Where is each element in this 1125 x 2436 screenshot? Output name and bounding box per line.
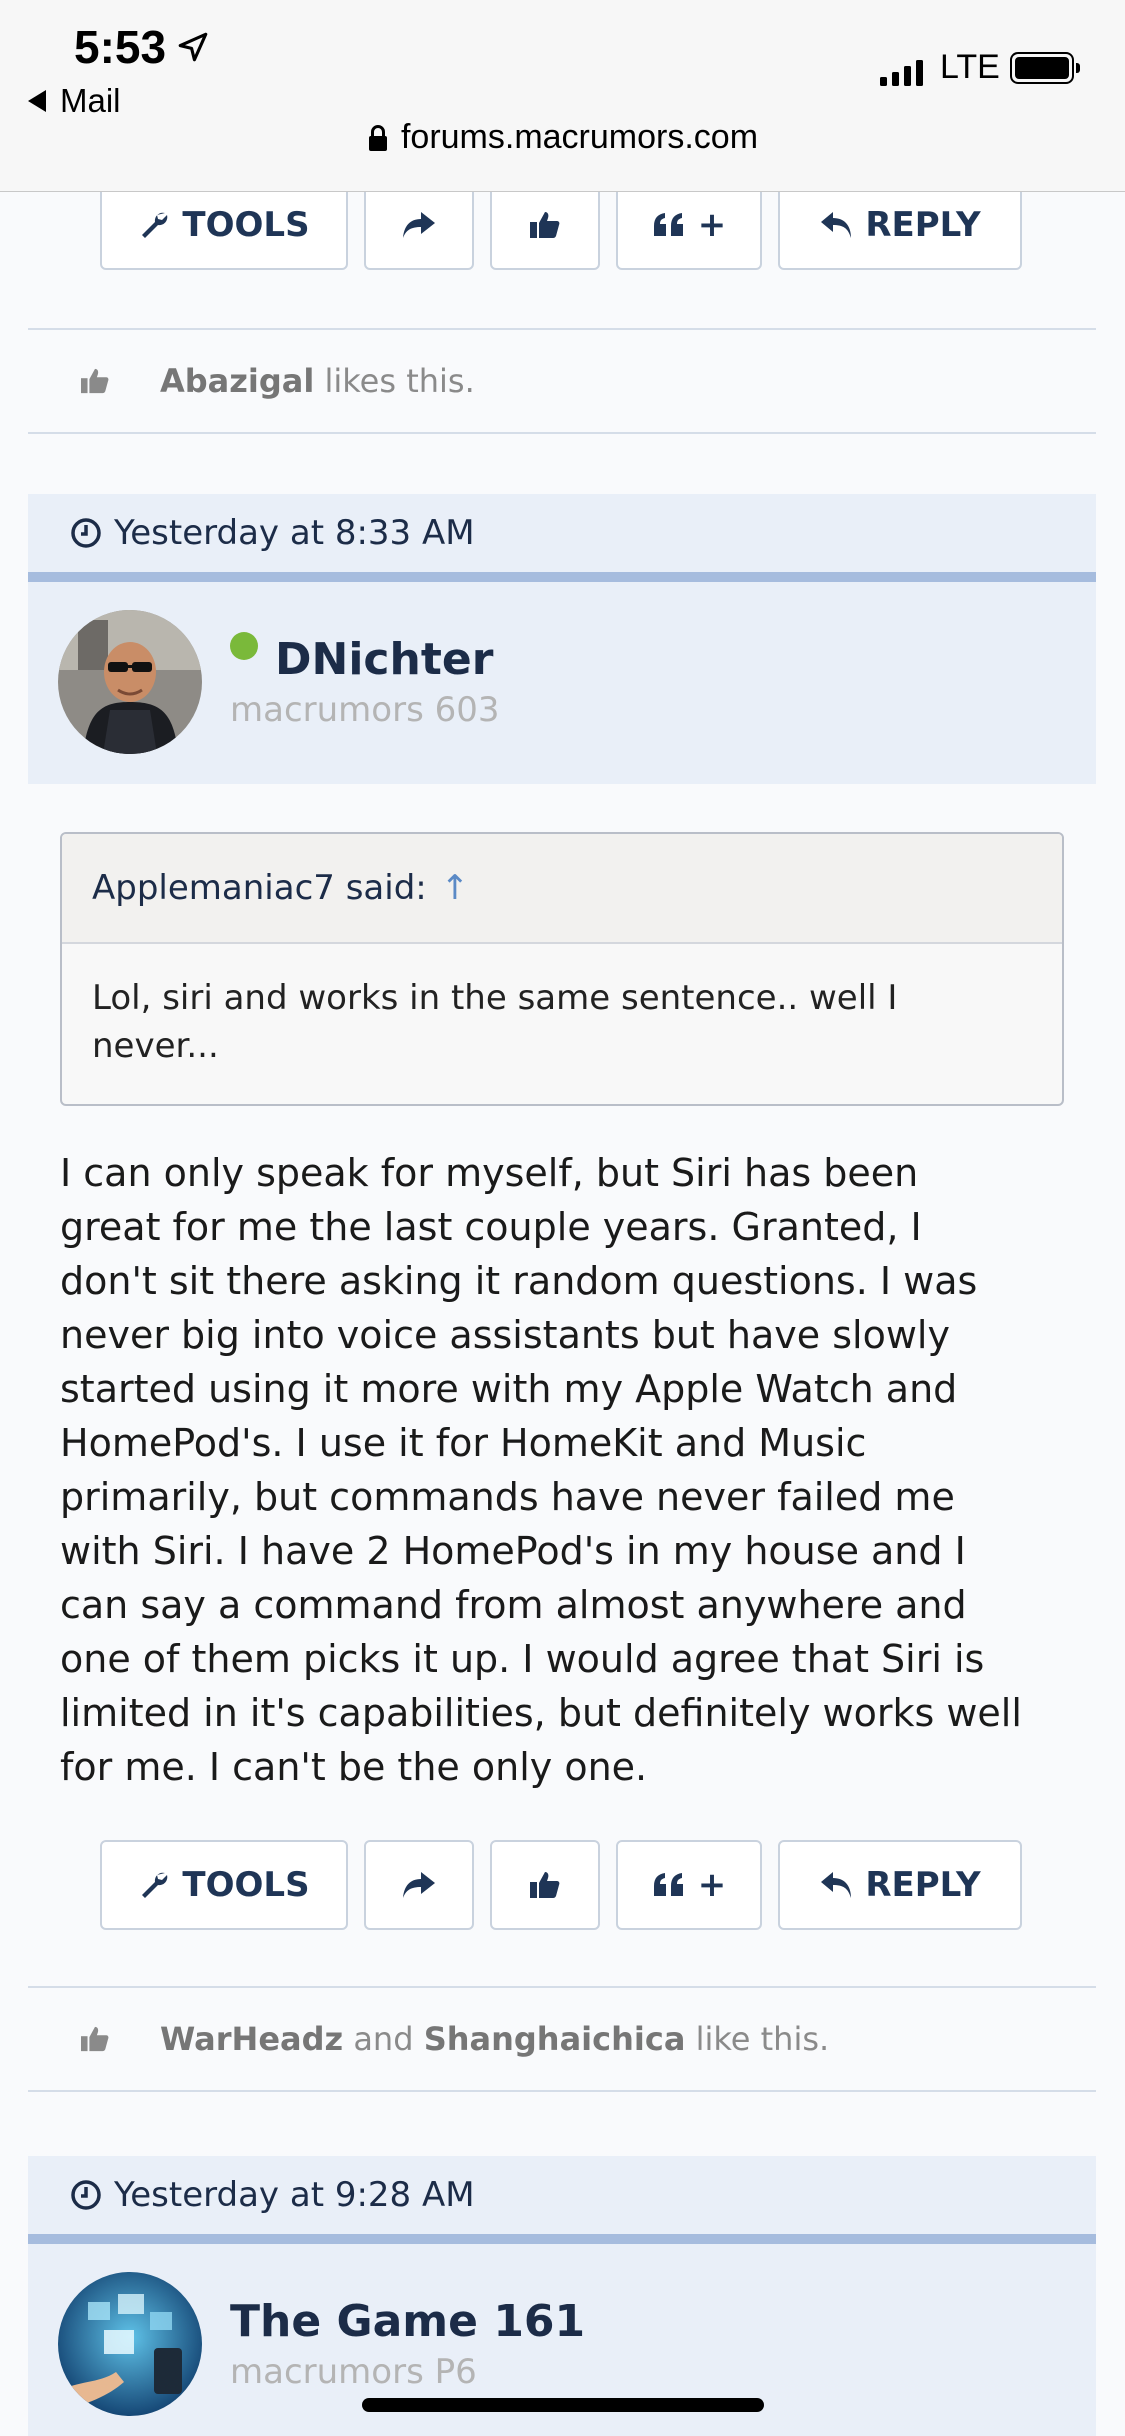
time-text: 5:53 xyxy=(74,21,167,73)
share-button[interactable] xyxy=(364,180,474,270)
tools-button[interactable]: TOOLS xyxy=(100,1840,348,1930)
back-triangle-icon xyxy=(28,90,46,112)
reply-label: REPLY xyxy=(865,205,981,245)
quote-author: Applemaniac7 said: xyxy=(92,868,427,908)
post-line: HomePod's. I use it for HomeKit and Musi… xyxy=(60,1421,867,1465)
post1-action-bar: TOOLS + REPLY xyxy=(100,180,1022,270)
browser-header: 5:53 Mail LTE forums.macrumors.com xyxy=(0,0,1125,192)
post3-date-bar: Yesterday at 9:28 AM xyxy=(28,2156,1096,2244)
avatar[interactable] xyxy=(58,2272,202,2416)
battery-icon xyxy=(1010,52,1080,84)
quote-header: Applemaniac7 said: ↑ xyxy=(62,834,1062,944)
post-line: never big into voice assistants but have… xyxy=(60,1313,950,1357)
quoted-message: Applemaniac7 said: ↑ Lol, siri and works… xyxy=(60,832,1064,1106)
lock-icon xyxy=(368,124,387,151)
thumbs-up-icon xyxy=(530,1872,560,1898)
cellular-signal-icon xyxy=(880,58,923,86)
post-line: can say a command from almost anywhere a… xyxy=(60,1583,967,1627)
post-line: for me. I can't be the only one. xyxy=(60,1745,648,1789)
like-button[interactable] xyxy=(490,1840,600,1930)
status-time: 5:53 xyxy=(74,20,210,74)
address-bar[interactable]: forums.macrumors.com xyxy=(0,118,1125,157)
tools-label: TOOLS xyxy=(182,1865,310,1905)
thumbs-up-icon xyxy=(81,2026,109,2052)
quote-plus-label: + xyxy=(697,1865,727,1905)
clock-icon xyxy=(71,518,101,548)
avatar[interactable] xyxy=(58,610,202,754)
reply-arrow-icon xyxy=(821,1872,852,1898)
post-date[interactable]: Yesterday at 9:28 AM xyxy=(114,2175,475,2215)
quote-jump-arrow-icon[interactable]: ↑ xyxy=(441,868,470,908)
tools-label: TOOLS xyxy=(182,205,310,245)
post-date[interactable]: Yesterday at 8:33 AM xyxy=(114,513,475,553)
back-to-mail-link[interactable]: Mail xyxy=(28,82,121,120)
clock-icon xyxy=(71,2180,101,2210)
user-rank: macrumors P6 xyxy=(230,2352,477,2392)
likes-suffix: likes this. xyxy=(324,362,475,400)
post-line: I can only speak for myself, but Siri ha… xyxy=(60,1151,919,1195)
liker-username[interactable]: WarHeadz xyxy=(160,2020,343,2058)
thumbs-up-icon xyxy=(81,368,109,394)
network-type: LTE xyxy=(940,48,1000,86)
post-username[interactable]: DNichter xyxy=(275,634,493,685)
post-line: great for me the last couple years. Gran… xyxy=(60,1205,922,1249)
url-text: forums.macrumors.com xyxy=(400,118,759,156)
reply-button[interactable]: REPLY xyxy=(778,180,1022,270)
likes-suffix: like this. xyxy=(695,2020,830,2058)
quote-icon xyxy=(653,1873,683,1896)
post2-user-block: DNichter macrumors 603 xyxy=(28,582,1096,784)
liker-username[interactable]: Shanghaichica xyxy=(424,2020,686,2058)
quote-plus-button[interactable]: + xyxy=(616,180,762,270)
share-arrow-icon xyxy=(403,212,435,238)
online-indicator xyxy=(230,632,258,660)
post-line: with Siri. I have 2 HomePod's in my hous… xyxy=(60,1529,966,1573)
share-button[interactable] xyxy=(364,1840,474,1930)
quote-plus-label: + xyxy=(697,205,727,245)
post-line: don't sit there asking it random questio… xyxy=(60,1259,978,1303)
reply-label: REPLY xyxy=(865,1865,981,1905)
like-button[interactable] xyxy=(490,180,600,270)
post-line: started using it more with my Apple Watc… xyxy=(60,1367,958,1411)
user-rank: macrumors 603 xyxy=(230,690,500,730)
reply-button[interactable]: REPLY xyxy=(778,1840,1022,1930)
post2-likes-row: WarHeadz and Shanghaichica like this. xyxy=(28,1986,1096,2092)
wrench-icon xyxy=(142,212,168,238)
likes-and: and xyxy=(353,2020,414,2058)
post-line: primarily, but commands have never faile… xyxy=(60,1475,955,1519)
back-app-label: Mail xyxy=(60,82,121,119)
post2-date-bar: Yesterday at 8:33 AM xyxy=(28,494,1096,582)
liker-username[interactable]: Abazigal xyxy=(160,362,314,400)
reply-arrow-icon xyxy=(821,212,852,238)
post2-action-bar: TOOLS + REPLY xyxy=(100,1840,1022,1930)
post1-likes-row: Abazigal likes this. xyxy=(28,328,1096,434)
quote-icon xyxy=(653,213,683,236)
tools-button[interactable]: TOOLS xyxy=(100,180,348,270)
post-line: limited in it's capabilities, but defini… xyxy=(60,1691,1022,1735)
home-indicator[interactable] xyxy=(362,2398,764,2412)
wrench-icon xyxy=(142,1872,168,1898)
post-body: I can only speak for myself, but Siri ha… xyxy=(60,1146,1070,1794)
share-arrow-icon xyxy=(403,1872,435,1898)
post-username[interactable]: The Game 161 xyxy=(230,2296,585,2347)
location-arrow-icon xyxy=(178,32,208,62)
quote-plus-button[interactable]: + xyxy=(616,1840,762,1930)
quote-text: Lol, siri and works in the same sentence… xyxy=(92,978,898,1066)
post-line: one of them picks it up. I would agree t… xyxy=(60,1637,985,1681)
thumbs-up-icon xyxy=(530,212,560,238)
